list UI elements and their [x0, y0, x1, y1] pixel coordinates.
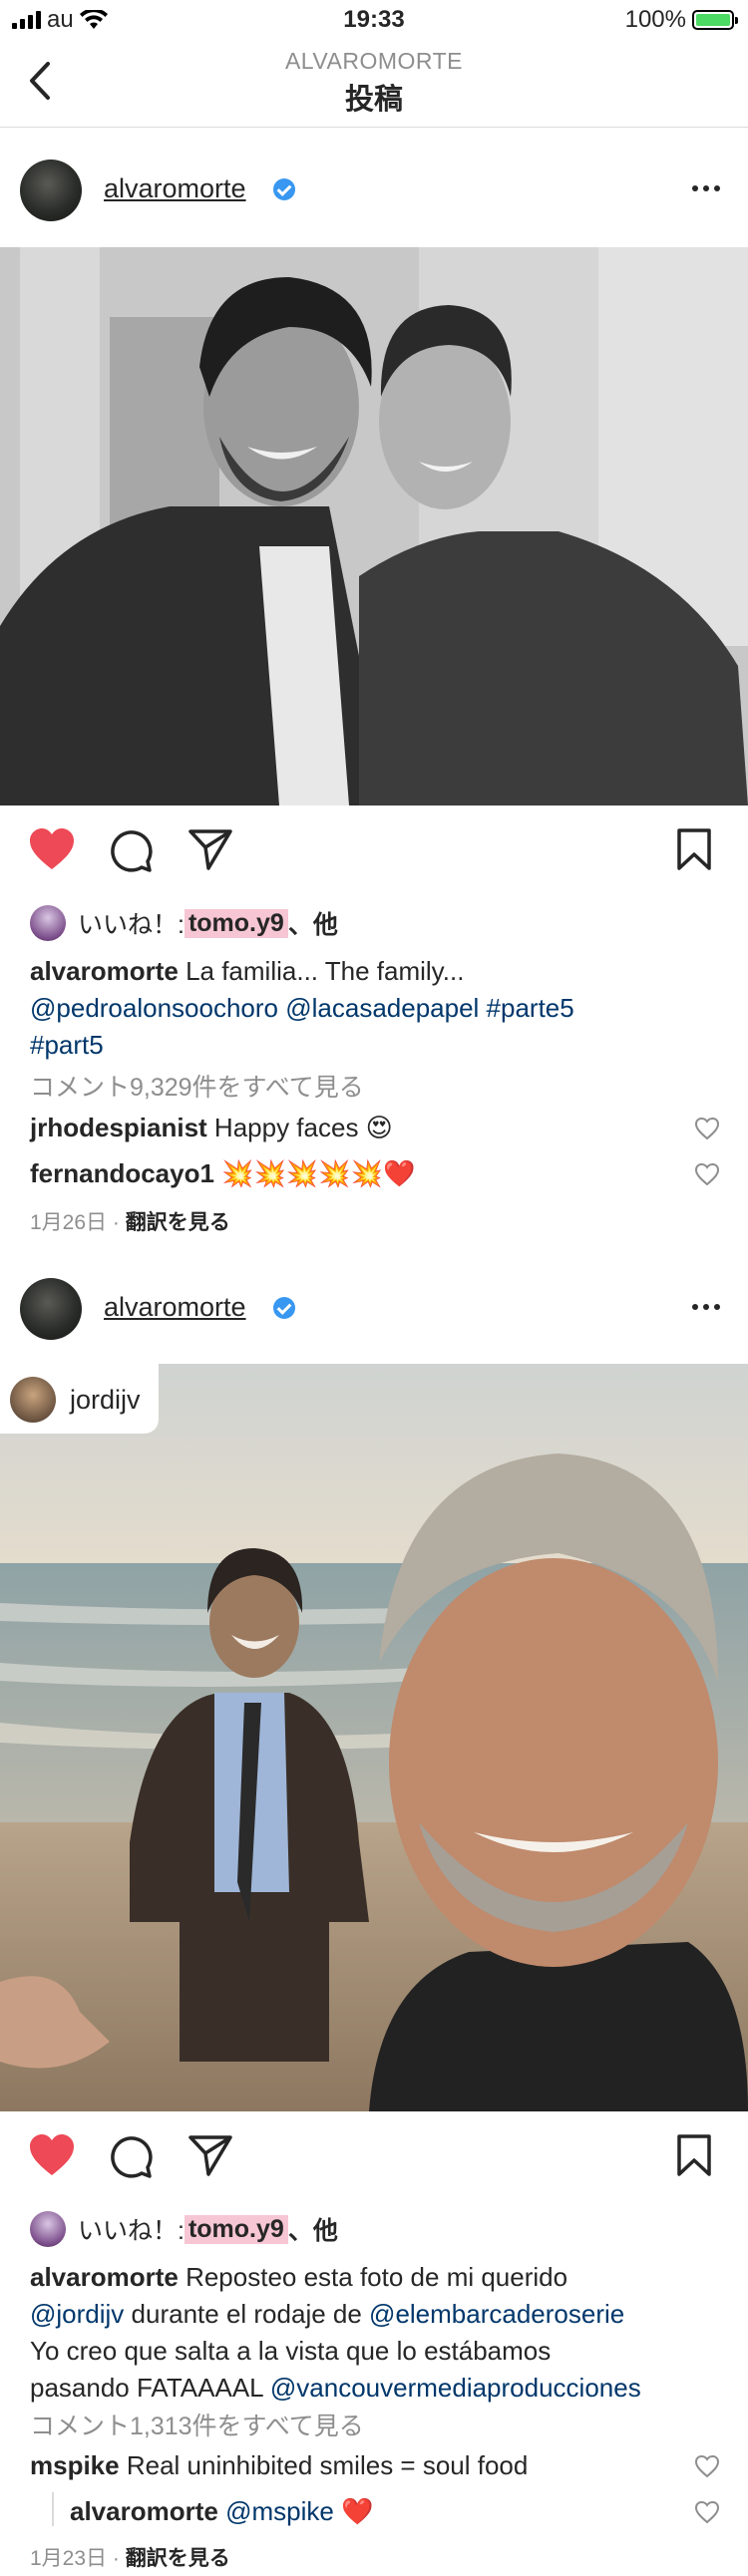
bookmark-icon[interactable]: [676, 827, 712, 871]
caption-text: Yo creo que salta a la vista que lo está…: [30, 2336, 552, 2366]
comment-mention[interactable]: @mspike: [218, 2496, 334, 2526]
likes-suffix: 、他: [287, 911, 338, 939]
liker-avatar: [30, 2211, 66, 2247]
comment-text: ❤️: [333, 2496, 374, 2526]
battery-icon: [692, 10, 738, 30]
bookmark-icon[interactable]: [676, 2133, 712, 2177]
post-caption: alvaromorte La familia... The family... …: [30, 953, 728, 1064]
post-date: 1月26日: [30, 1211, 108, 1234]
comment-username[interactable]: alvaromorte: [70, 2496, 218, 2526]
avatar[interactable]: [20, 160, 82, 221]
like-heart-icon[interactable]: [28, 827, 76, 871]
comment-text: 💥💥💥💥💥❤️: [213, 1158, 416, 1188]
verified-badge-icon: [273, 178, 295, 200]
status-bar: au 19:33 100%: [0, 0, 748, 40]
caption-mention[interactable]: @vancouvermediaproducciones: [270, 2373, 641, 2403]
post-meta: 1月23日 · 翻訳を見る: [30, 2547, 230, 2570]
comment-like-icon[interactable]: [694, 2500, 720, 2524]
tagged-username[interactable]: jordijv: [70, 1385, 141, 1416]
photo-illustration: [0, 1364, 748, 2111]
likes-user[interactable]: tomo.y9: [184, 908, 288, 938]
post-header: alvaromorte: [0, 1248, 748, 1368]
likes-prefix: いいね！:: [78, 911, 185, 939]
nav-subtitle: ALVAROMORTE: [284, 48, 464, 74]
likes-row[interactable]: いいね！: tomo.y9 、他: [30, 2211, 338, 2247]
photo-illustration: [0, 247, 748, 805]
comment-username[interactable]: mspike: [30, 2450, 120, 2480]
caption-links[interactable]: @pedroalonsoochoro @lacasadepapel #parte…: [30, 990, 728, 1027]
more-options-icon[interactable]: [692, 185, 720, 191]
avatar[interactable]: [20, 1278, 82, 1340]
reply-row: alvaromorte @mspike ❤️: [70, 2496, 688, 2527]
page-title: 投稿: [344, 84, 403, 116]
post-actions: [0, 805, 748, 895]
nav-header: ALVAROMORTE 投稿: [0, 40, 748, 128]
likes-row[interactable]: いいね！: tomo.y9 、他: [30, 905, 338, 941]
post-caption: alvaromorte Reposteo esta foto de mi que…: [30, 2259, 728, 2407]
translate-link[interactable]: 翻訳を見る: [126, 1211, 230, 1234]
caption-username[interactable]: alvaromorte: [30, 956, 179, 986]
comment-row: fernandocayo1 💥💥💥💥💥❤️: [30, 1158, 688, 1189]
post-photo[interactable]: jordijv: [0, 1364, 748, 2111]
caption-text: durante el rodaje de: [124, 2299, 370, 2329]
caption-text: La familia... The family...: [178, 956, 465, 986]
comment-text: Happy faces 😍: [206, 1113, 393, 1142]
caption-text: Reposteo esta foto de mi querido: [178, 2262, 568, 2292]
post-username[interactable]: alvaromorte: [104, 1292, 246, 1323]
post-username[interactable]: alvaromorte: [104, 173, 246, 204]
caption-mention[interactable]: @elembarcaderoserie: [369, 2299, 624, 2329]
comment-icon[interactable]: [108, 827, 154, 873]
comment-username[interactable]: fernandocayo1: [30, 1158, 214, 1188]
likes-suffix: 、他: [287, 2217, 338, 2245]
caption-text: pasando FATAAAAL: [30, 2373, 270, 2403]
view-all-comments-link[interactable]: コメント1,313件をすべて見る: [30, 2407, 364, 2442]
like-heart-icon[interactable]: [28, 2133, 76, 2177]
view-all-comments-link[interactable]: コメント9,329件をすべて見る: [30, 1068, 364, 1104]
tagged-user-avatar: [10, 1377, 56, 1423]
liker-avatar: [30, 905, 66, 941]
translate-link[interactable]: 翻訳を見る: [126, 2547, 230, 2570]
likes-prefix: いいね！:: [78, 2217, 185, 2245]
share-icon[interactable]: [187, 2133, 233, 2177]
comment-text: Real uninhibited smiles = soul food: [119, 2450, 529, 2480]
battery-percent: 100%: [624, 6, 686, 33]
post-actions: [0, 2111, 748, 2201]
caption-username[interactable]: alvaromorte: [30, 2262, 179, 2292]
reply-thread-line: [52, 2492, 54, 2526]
post-header: alvaromorte: [0, 130, 748, 249]
comment-row: mspike Real uninhibited smiles = soul fo…: [30, 2450, 688, 2481]
likes-user[interactable]: tomo.y9: [184, 2214, 288, 2244]
post-photo[interactable]: [0, 247, 748, 805]
share-icon[interactable]: [187, 827, 233, 871]
post-meta: 1月26日 · 翻訳を見る: [30, 1211, 230, 1234]
comment-like-icon[interactable]: [694, 1117, 720, 1140]
battery-status: 100%: [624, 6, 738, 34]
tagged-user-badge[interactable]: jordijv: [0, 1364, 159, 1434]
more-options-icon[interactable]: [692, 1304, 720, 1310]
comment-row: jrhodespianist Happy faces 😍: [30, 1113, 688, 1143]
caption-hashtag[interactable]: #part5: [30, 1027, 728, 1064]
comment-icon[interactable]: [108, 2133, 154, 2179]
comment-like-icon[interactable]: [694, 1162, 720, 1186]
comment-username[interactable]: jrhodespianist: [30, 1113, 207, 1142]
verified-badge-icon: [273, 1297, 295, 1319]
caption-mention[interactable]: @jordijv: [30, 2299, 124, 2329]
post-date: 1月23日: [30, 2547, 108, 2570]
comment-like-icon[interactable]: [694, 2454, 720, 2478]
